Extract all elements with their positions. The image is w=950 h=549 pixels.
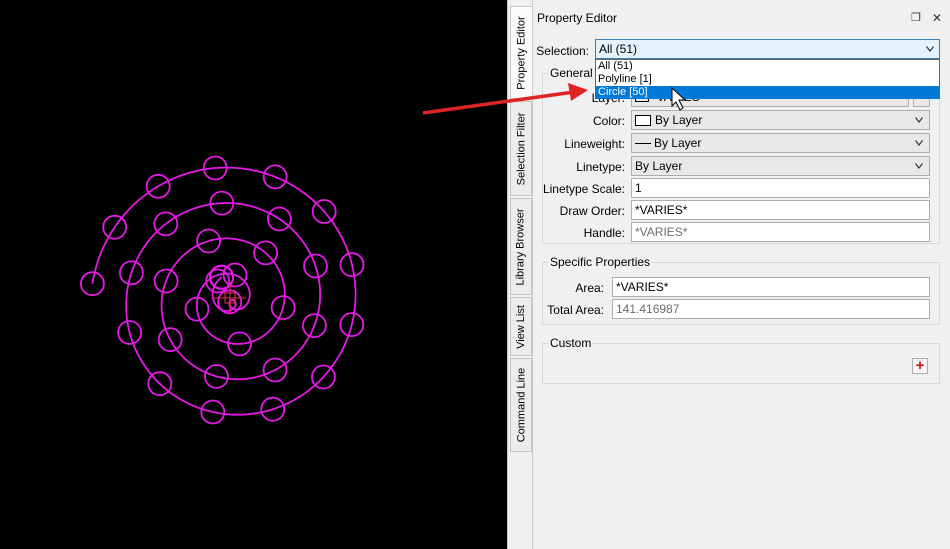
tab-library-browser[interactable]: Library Browser <box>510 198 532 295</box>
chevron-down-icon <box>915 163 923 169</box>
selection-label: Selection: <box>536 44 589 58</box>
tab-selection-filter[interactable]: Selection Filter <box>510 101 532 196</box>
dropdown-option-circle[interactable]: Circle [50] <box>596 86 939 99</box>
line-sample-icon <box>635 143 651 145</box>
dropdown-option-polyline[interactable]: Polyline [1] <box>596 73 939 86</box>
color-combo[interactable]: By Layer <box>631 110 930 130</box>
draw-order-label: Draw Order: <box>559 204 625 218</box>
lineweight-label: Lineweight: <box>564 137 625 151</box>
lineweight-combo[interactable]: By Layer <box>631 133 930 153</box>
panel-titlebar: Property Editor ❐ ✕ <box>533 8 950 28</box>
linetype-scale-label: Linetype Scale: <box>542 182 625 196</box>
handle-field: *VARIES* <box>631 222 930 242</box>
chevron-down-icon <box>915 140 923 146</box>
selection-dropdown-list: All (51) Polyline [1] Circle [50] <box>595 59 940 99</box>
spiral-drawing <box>80 155 365 425</box>
close-icon[interactable]: ✕ <box>932 11 942 25</box>
total-area-field: 141.416987 <box>612 299 930 319</box>
dock-tab-strip: Property Editor Selection Filter Library… <box>507 0 533 549</box>
chevron-down-icon <box>926 46 934 52</box>
custom-title: Custom <box>548 336 594 350</box>
dropdown-option-all[interactable]: All (51) <box>596 60 939 73</box>
handle-label: Handle: <box>583 226 625 240</box>
draw-order-input[interactable]: *VARIES* <box>631 200 930 220</box>
add-custom-property-button[interactable]: + <box>912 358 928 374</box>
chevron-down-icon <box>915 117 923 123</box>
linetype-combo[interactable]: By Layer <box>631 156 930 176</box>
tab-view-list[interactable]: View List <box>510 297 532 356</box>
tab-property-editor[interactable]: Property Editor <box>510 6 532 99</box>
tab-command-line[interactable]: Command Line <box>510 358 532 452</box>
color-label: Color: <box>592 114 625 128</box>
custom-group <box>542 343 940 384</box>
selection-combo[interactable]: All (51) <box>595 39 940 59</box>
color-swatch-icon <box>635 115 651 127</box>
linetype-scale-input[interactable]: 1 <box>631 178 930 198</box>
area-input[interactable]: *VARIES* <box>612 277 930 297</box>
linetype-label: Linetype: <box>576 160 625 174</box>
specific-properties-title: Specific Properties <box>548 255 653 269</box>
drawing-canvas[interactable] <box>0 0 507 549</box>
panel-title: Property Editor <box>537 11 618 25</box>
restore-icon[interactable]: ❐ <box>911 11 921 24</box>
area-label: Area: <box>575 281 604 295</box>
total-area-label: Total Area: <box>547 303 604 317</box>
